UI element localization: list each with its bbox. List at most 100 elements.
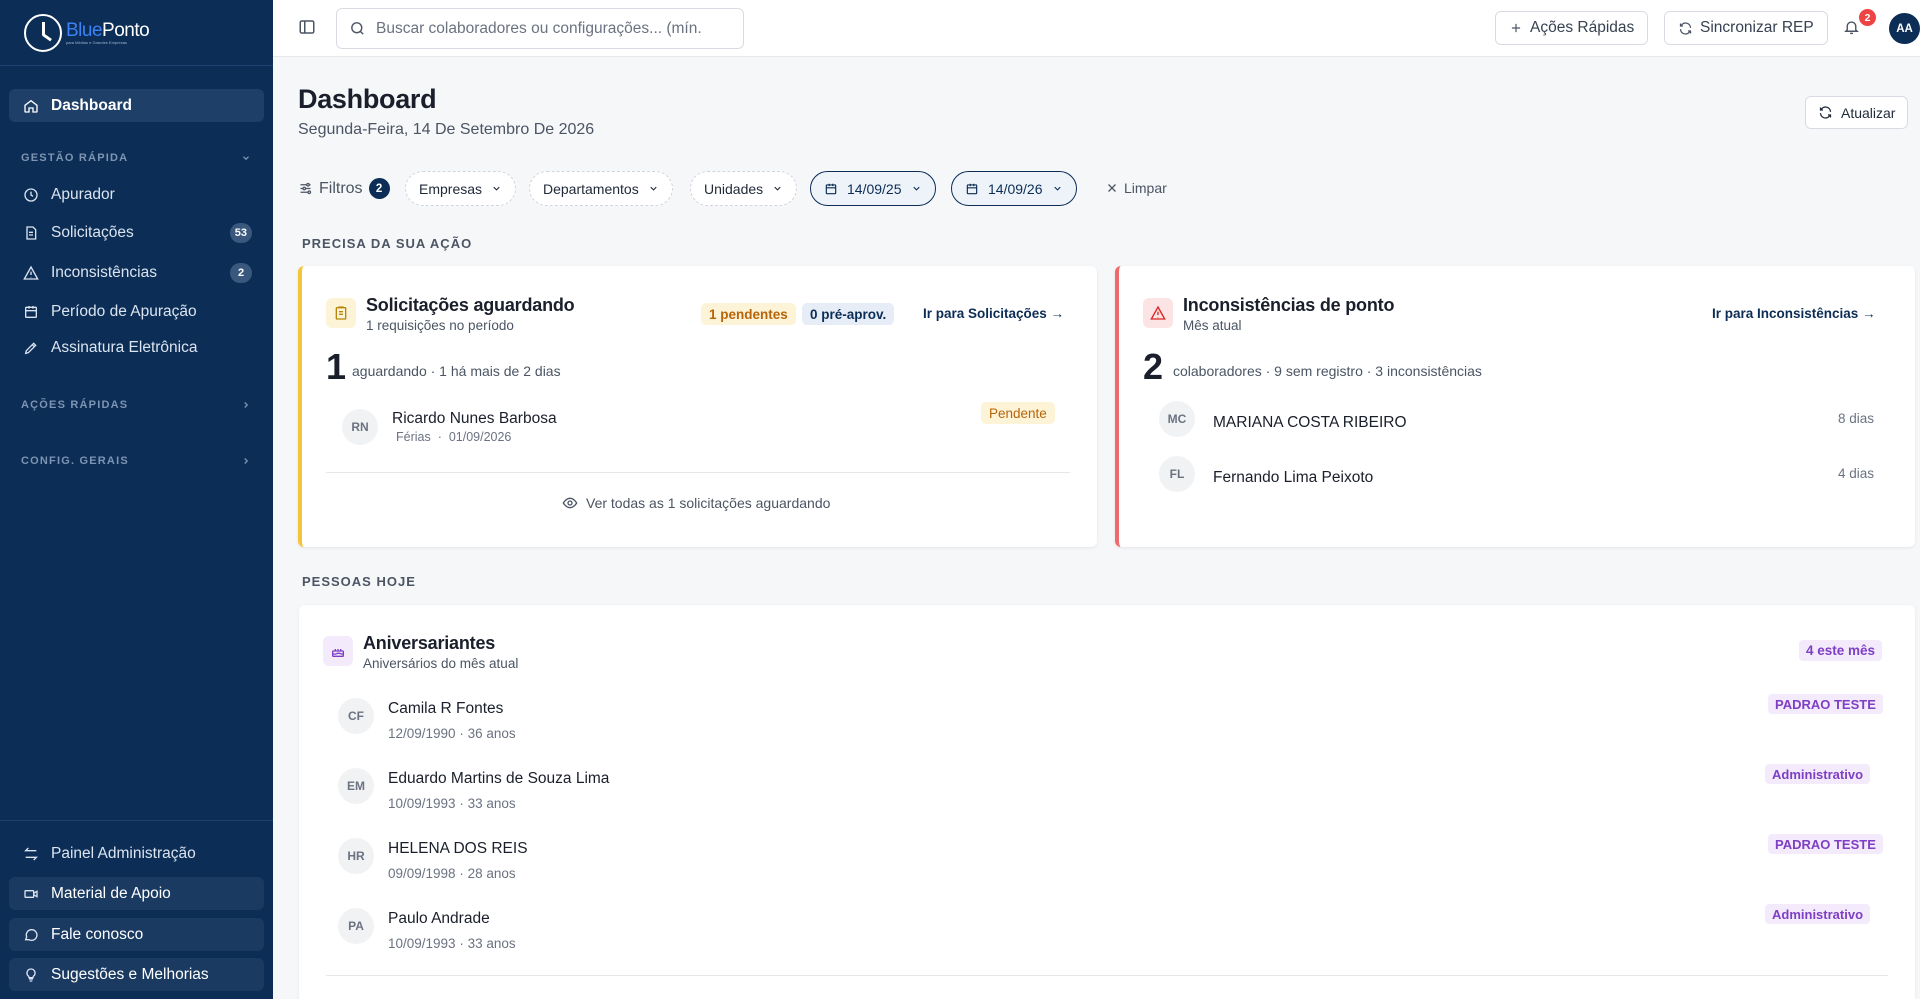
chevron-down-icon [1052, 183, 1063, 194]
request-meta-separator: · [437, 430, 442, 444]
sidebar-badge: 2 [230, 262, 252, 283]
birthday-meta: 12/09/1990 · 36 anos [388, 726, 516, 741]
chevron-down-icon [491, 183, 502, 194]
user-avatar[interactable]: AA [1889, 13, 1920, 44]
sync-rep-label: Sincronizar REP [1700, 19, 1814, 36]
sidebar-item-assinatura[interactable]: Assinatura Eletrônica [9, 331, 264, 364]
chat-icon [22, 926, 39, 943]
chevron-down-icon [241, 153, 251, 163]
lightbulb-icon [22, 966, 39, 983]
filter-unidades[interactable]: Unidades [690, 171, 798, 206]
quick-actions-button[interactable]: Ações Rápidas [1495, 11, 1649, 45]
sync-rep-button[interactable]: Sincronizar REP [1664, 11, 1828, 45]
birthdays-card-subtitle: Aniversários do mês atual [363, 656, 519, 671]
sidebar-item-label: Material de Apoio [51, 884, 171, 902]
filter-departamentos[interactable]: Departamentos [529, 171, 673, 206]
sidebar-item-label: Inconsistências [51, 263, 157, 281]
request-type: Férias [396, 430, 431, 444]
birthday-person-name[interactable]: Paulo Andrade [388, 910, 490, 928]
notification-badge: 2 [1859, 9, 1876, 26]
sidebar-item-inconsistencias[interactable]: Inconsistências 2 [9, 256, 264, 289]
avatar: HR [338, 838, 374, 874]
page-title: Dashboard [298, 84, 437, 114]
clear-filters-button[interactable]: Limpar [1106, 180, 1167, 196]
sidebar-item-label: Apurador [51, 185, 115, 203]
requests-card: Solicitações aguardando 1 requisições no… [298, 266, 1097, 547]
birthday-person-name[interactable]: Eduardo Martins de Souza Lima [388, 770, 609, 788]
department-tag: PADRAO TESTE [1768, 694, 1883, 714]
request-date: 01/09/2026 [448, 430, 512, 444]
topbar: Ações Rápidas Sincronizar REP 2 AA [273, 0, 1920, 57]
filter-date-start[interactable]: 14/09/25 [810, 171, 936, 206]
filters-toggle[interactable]: Filtros 2 [298, 178, 390, 199]
status-badge: Pendente [981, 402, 1055, 424]
sidebar-toggle-icon[interactable] [298, 18, 316, 36]
birthday-person-name[interactable]: HELENA DOS REIS [388, 840, 528, 858]
refresh-label: Atualizar [1841, 104, 1896, 121]
request-person-name[interactable]: Ricardo Nunes Barbosa [392, 410, 557, 428]
sidebar-item-label: Painel Administração [51, 844, 196, 862]
avatar: MC [1159, 401, 1195, 437]
date-end-label: 14/09/26 [988, 180, 1043, 197]
avatar: PA [338, 908, 374, 944]
search-input[interactable] [376, 19, 726, 38]
department-tag: PADRAO TESTE [1768, 834, 1883, 854]
sidebar-item-sugestoes[interactable]: Sugestões e Melhorias [9, 958, 264, 991]
bell-icon[interactable] [1843, 18, 1860, 36]
sidebar-item-fale-conosco[interactable]: Fale conosco [9, 918, 264, 951]
go-to-requests-link[interactable]: Ir para Solicitações → [923, 306, 1064, 321]
pending-pill: 1 pendentes [701, 303, 796, 325]
birthday-person-name[interactable]: Camila R Fontes [388, 700, 503, 718]
video-icon [22, 885, 39, 902]
requests-card-subtitle: 1 requisições no período [366, 318, 514, 333]
avatar: RN [342, 409, 378, 445]
section-config-gerais[interactable]: CONFIG. GERAIS [21, 455, 251, 467]
section-title-people: PESSOAS HOJE [302, 574, 416, 589]
filter-date-end[interactable]: 14/09/26 [951, 171, 1077, 206]
divider [326, 472, 1070, 473]
requests-count: 1 [326, 346, 347, 387]
inconsistencies-count: 2 [1143, 346, 1164, 387]
sidebar-item-material-apoio[interactable]: Material de Apoio [9, 877, 264, 910]
filter-empresas[interactable]: Empresas [405, 171, 517, 206]
preapproved-pill: 0 pré-aprov. [802, 303, 895, 325]
view-all-requests-link[interactable]: Ver todas as 1 solicitações aguardando [562, 495, 830, 511]
chevron-down-icon [648, 183, 659, 194]
brand[interactable]: BluePonto para Médias e Grandes Empresas [0, 0, 273, 66]
clock-icon [22, 186, 39, 203]
plus-icon [1509, 21, 1523, 35]
sidebar-item-painel-admin[interactable]: Painel Administração [9, 837, 264, 870]
section-acoes-rapidas[interactable]: AÇÕES RÁPIDAS [21, 399, 251, 411]
inconsistency-person-name[interactable]: Fernando Lima Peixoto [1213, 469, 1373, 487]
sidebar-item-label: Solicitações [51, 223, 134, 241]
go-to-inconsistencies-link[interactable]: Ir para Inconsistências → [1712, 306, 1876, 321]
document-icon [22, 224, 39, 241]
avatar: CF [338, 698, 374, 734]
brand-logo: BluePonto para Médias e Grandes Empresas [24, 13, 150, 52]
inconsistencies-card-subtitle: Mês atual [1183, 318, 1242, 333]
signature-icon [22, 339, 39, 356]
calendar-icon [965, 182, 979, 196]
section-label: GESTÃO RÁPIDA [21, 152, 129, 164]
birthdays-card-title: Aniversariantes [363, 633, 496, 653]
chevron-down-icon [772, 183, 783, 194]
sidebar-item-label: Sugestões e Melhorias [51, 965, 209, 983]
sidebar-item-apurador[interactable]: Apurador [9, 178, 264, 211]
chevron-right-icon [241, 456, 251, 466]
divider [326, 975, 1888, 976]
inconsistency-person-name[interactable]: MARIANA COSTA RIBEIRO [1213, 414, 1407, 432]
sidebar-item-dashboard[interactable]: Dashboard [9, 89, 264, 122]
refresh-button[interactable]: Atualizar [1805, 96, 1909, 129]
calendar-icon [22, 303, 39, 320]
sidebar-item-periodo-apuracao[interactable]: Período de Apuração [9, 295, 264, 328]
sidebar-item-solicitacoes[interactable]: Solicitações 53 [9, 216, 264, 249]
birthday-meta: 10/09/1993 · 33 anos [388, 936, 516, 951]
section-label: CONFIG. GERAIS [21, 455, 129, 467]
section-gestao-rapida[interactable]: GESTÃO RÁPIDA [21, 152, 251, 164]
birthday-meta: 09/09/1998 · 28 anos [388, 866, 516, 881]
search-box[interactable] [336, 8, 744, 49]
refresh-icon [1818, 105, 1833, 120]
avatar: EM [338, 768, 374, 804]
chevron-down-icon [911, 183, 922, 194]
date-start-label: 14/09/25 [847, 180, 902, 197]
